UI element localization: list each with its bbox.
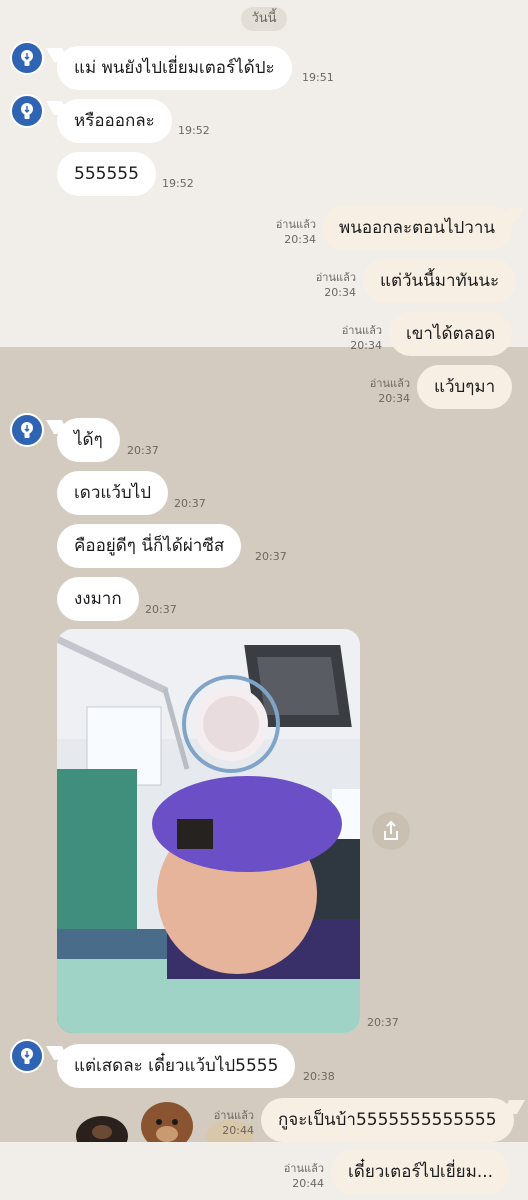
message-time: 19:51 [302, 71, 334, 84]
read-receipt: อ่านแล้ว 20:34 [328, 323, 382, 353]
message-time: 20:34 [350, 339, 382, 352]
read-receipt: อ่านแล้ว 20:44 [270, 1161, 324, 1191]
lightbulb-icon [21, 422, 33, 438]
incoming-message[interactable]: แม่ พนยังไปเยี่ยมเตอร์ได้ปะ [57, 46, 292, 90]
message-time: 20:34 [284, 233, 316, 246]
read-status: อ่านแล้ว [283, 1162, 324, 1175]
message-time: 20:37 [127, 444, 159, 457]
outgoing-message[interactable]: กูจะเป็นบ้า5555555555555 [261, 1098, 514, 1142]
outgoing-message[interactable]: เขาได้ตลอด [389, 312, 513, 356]
contact-avatar[interactable] [10, 413, 44, 447]
contact-avatar[interactable] [10, 94, 44, 128]
read-status: อ่านแล้ว [213, 1109, 254, 1122]
share-button[interactable] [372, 812, 410, 850]
read-receipt: อ่านแล้ว 20:34 [262, 217, 316, 247]
message-time: 20:37 [367, 1016, 399, 1029]
outgoing-message[interactable]: แว้บๆมา [417, 365, 513, 409]
lightbulb-icon [21, 50, 33, 66]
read-receipt: อ่านแล้ว 20:34 [302, 270, 356, 300]
incoming-message[interactable]: เดวแว้บไป [57, 471, 169, 515]
message-time: 20:37 [255, 550, 287, 563]
lightbulb-icon [21, 103, 33, 119]
message-time: 20:37 [145, 603, 177, 616]
selfie-photo [57, 629, 360, 1033]
outgoing-message[interactable]: พนออกละตอนไปวาน [322, 206, 513, 250]
message-time: 20:34 [378, 392, 410, 405]
read-status: อ่านแล้ว [369, 377, 410, 390]
read-status: อ่านแล้ว [275, 218, 316, 231]
incoming-message[interactable]: แต่เสดละ เดี๋ยวแว้บไป5555 [57, 1044, 296, 1088]
message-time: 20:38 [303, 1070, 335, 1083]
lightbulb-icon [21, 1048, 33, 1064]
read-receipt: อ่านแล้ว 20:34 [356, 376, 410, 406]
incoming-message[interactable]: ได้ๆ [57, 418, 120, 462]
incoming-message[interactable]: หรือออกละ [57, 99, 172, 143]
contact-avatar[interactable] [10, 41, 44, 75]
message-time: 20:34 [324, 286, 356, 299]
share-icon [384, 820, 398, 840]
outgoing-message[interactable]: แต่วันนี้มาทันนะ [363, 259, 517, 303]
message-time: 19:52 [178, 124, 210, 137]
incoming-message[interactable]: 555555 [57, 152, 156, 196]
message-time: 19:52 [162, 177, 194, 190]
read-status: อ่านแล้ว [315, 271, 356, 284]
date-divider: วันนี้ [241, 7, 287, 31]
contact-avatar[interactable] [10, 1039, 44, 1073]
message-time: 20:44 [222, 1124, 254, 1137]
incoming-message[interactable]: คืออยู่ดีๆ นี่ก็ได้ผ่าซีส [57, 524, 242, 568]
message-time: 20:37 [174, 497, 206, 510]
photo-message[interactable] [57, 629, 360, 1033]
incoming-message[interactable]: งงมาก [57, 577, 139, 621]
read-status: อ่านแล้ว [341, 324, 382, 337]
read-receipt: อ่านแล้ว 20:44 [200, 1108, 254, 1138]
message-time: 20:44 [292, 1177, 324, 1190]
outgoing-message[interactable]: เดี๋ยวเตอร์ไปเยี่ยม... [331, 1150, 511, 1194]
